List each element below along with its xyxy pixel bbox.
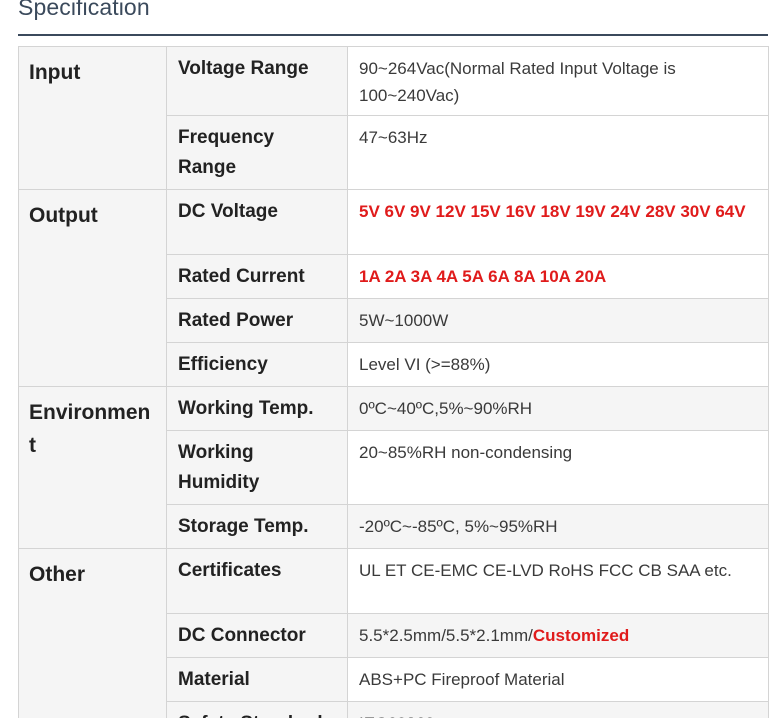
category-other: Other [18, 548, 167, 718]
dc-voltage-options: 5V 6V 9V 12V 15V 16V 18V 19V 24V 28V 30V… [359, 202, 746, 221]
row-label-working-humidity: Working Humidity [166, 430, 348, 505]
row-label-certificates: Certificates [166, 548, 348, 614]
row-label-safety-standard: Safety Standard [166, 701, 348, 718]
row-value-storage-temp: -20ºC~-85ºC, 5%~95%RH [347, 504, 769, 549]
row-label-working-temp: Working Temp. [166, 386, 348, 431]
table-row: Input Voltage Range 90~264Vac(Normal Rat… [18, 46, 769, 190]
title-divider [18, 34, 768, 36]
category-input: Input [18, 46, 167, 190]
row-label-rated-current: Rated Current [166, 254, 348, 299]
row-value-dc-voltage: 5V 6V 9V 12V 15V 16V 18V 19V 24V 28V 30V… [347, 189, 769, 255]
rated-current-options: 1A 2A 3A 4A 5A 6A 8A 10A 20A [359, 267, 607, 286]
row-value-rated-current: 1A 2A 3A 4A 5A 6A 8A 10A 20A [347, 254, 769, 299]
category-environment: Environment [18, 386, 167, 549]
row-label-voltage-range: Voltage Range [166, 46, 348, 116]
table-row: Other Certificates UL ET CE-EMC CE-LVD R… [18, 548, 769, 718]
row-value-dc-connector: 5.5*2.5mm/5.5*2.1mm/Customized [347, 613, 769, 658]
row-value-rated-power: 5W~1000W [347, 298, 769, 343]
page-title: Specification [18, 0, 150, 20]
row-label-frequency-range: Frequency Range [166, 115, 348, 190]
dc-connector-customized: Customized [532, 626, 630, 645]
category-output: Output [18, 189, 167, 387]
row-value-safety-standard: IEC62368 [347, 701, 769, 718]
row-value-frequency-range: 47~63Hz [347, 115, 769, 190]
page: Specification Input Voltage Range 90~264… [0, 0, 772, 718]
row-value-voltage-range: 90~264Vac(Normal Rated Input Voltage is … [347, 46, 769, 116]
row-value-certificates: UL ET CE-EMC CE-LVD RoHS FCC CB SAA etc. [347, 548, 769, 614]
row-value-working-temp: 0ºC~40ºC,5%~90%RH [347, 386, 769, 431]
row-value-material: ABS+PC Fireproof Material [347, 657, 769, 702]
row-label-rated-power: Rated Power [166, 298, 348, 343]
row-label-material: Material [166, 657, 348, 702]
row-label-storage-temp: Storage Temp. [166, 504, 348, 549]
dc-connector-sizes: 5.5*2.5mm/5.5*2.1mm/ [359, 626, 533, 645]
row-label-dc-connector: DC Connector [166, 613, 348, 658]
table-row: Output DC Voltage 5V 6V 9V 12V 15V 16V 1… [18, 189, 769, 387]
row-value-working-humidity: 20~85%RH non-condensing [347, 430, 769, 505]
table-row: Environment Working Temp. 0ºC~40ºC,5%~90… [18, 386, 769, 549]
row-label-dc-voltage: DC Voltage [166, 189, 348, 255]
row-label-efficiency: Efficiency [166, 342, 348, 387]
spec-table: Input Voltage Range 90~264Vac(Normal Rat… [18, 46, 769, 718]
row-value-efficiency: Level VI (>=88%) [347, 342, 769, 387]
